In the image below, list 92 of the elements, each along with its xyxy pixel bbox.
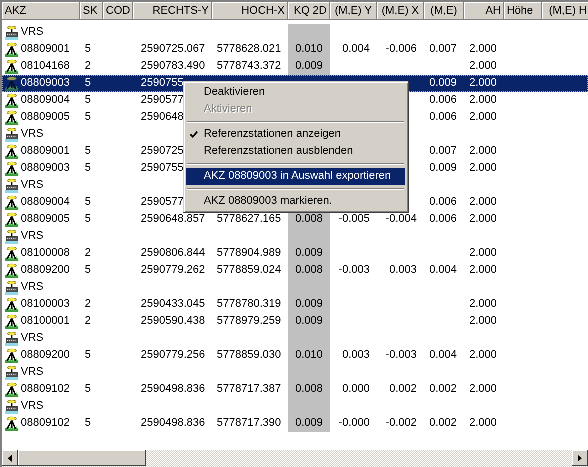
table-cell: 2.000 (469, 417, 497, 429)
table-cell: 5 (85, 349, 92, 361)
table-cell: 5 (85, 77, 92, 89)
table-cell: 0.008 (295, 264, 323, 276)
table-cell: -0.003 (338, 264, 370, 276)
table-cell: 2590725 (141, 145, 184, 157)
table-cell: -0.000 (338, 417, 370, 429)
table-cell: 5778859.030 (217, 349, 282, 361)
table-cell: 2.000 (469, 94, 497, 106)
table-cell: 5 (85, 162, 92, 174)
table-cell: 2.000 (469, 43, 497, 55)
table-cell: 2.000 (469, 196, 497, 208)
table-cell: 0.010 (295, 349, 323, 361)
table-cell: 2590806.844 (141, 247, 206, 259)
table-cell: 5778743.372 (217, 60, 282, 72)
table-cell: 0.009 (429, 77, 457, 89)
table-cell: 2.000 (469, 213, 497, 225)
table-cell: -0.004 (386, 213, 417, 225)
table-cell: 5778904.989 (217, 247, 282, 259)
table-cell: 5 (85, 43, 92, 55)
table-cell: 0.008 (295, 213, 323, 225)
table-cell: 2.000 (469, 60, 497, 72)
table-cell: 5778627.165 (217, 213, 282, 225)
table-cell: 0.009 (295, 247, 323, 259)
table-cell: 2 (85, 247, 92, 259)
table-cell: 2590590.438 (141, 315, 206, 327)
table-cell: 2590725.067 (141, 43, 206, 55)
table-cell: 5 (85, 213, 92, 225)
table-cell: -0.005 (338, 213, 370, 225)
table-cell: 0.007 (429, 145, 457, 157)
table-cell: 0.006 (429, 94, 457, 106)
table-cell: 0.006 (429, 213, 457, 225)
table-cell: 0.009 (295, 315, 323, 327)
table-cell: 0.004 (429, 349, 457, 361)
table-cell: 0.010 (295, 43, 323, 55)
table-cell: 0.004 (342, 43, 370, 55)
table-cell: 2.000 (469, 145, 497, 157)
table-cell: 2590648 (141, 111, 184, 123)
table-cell: 5778859.024 (217, 264, 282, 276)
table-cell: 2.000 (469, 315, 497, 327)
table-cell: 5 (85, 264, 92, 276)
table-cell: 2590577 (141, 94, 184, 106)
table-cell: 0.006 (429, 111, 457, 123)
table-cell: -0.003 (386, 349, 417, 361)
table-cell: 0.006 (429, 196, 457, 208)
table-cell: 2590779.262 (141, 264, 206, 276)
table-cell: 2590755 (141, 162, 184, 174)
table-cell: 5778979.259 (217, 315, 282, 327)
table-cell: 2 (85, 298, 92, 310)
table-cell: -0.002 (386, 417, 417, 429)
table-cell: 2.000 (469, 298, 497, 310)
table-cell: 0.008 (295, 383, 323, 395)
table-cell: 2590648.857 (141, 213, 206, 225)
table-cell: 0.002 (429, 417, 457, 429)
table-cell: 0.009 (295, 298, 323, 310)
table-cell: 5778628.021 (217, 43, 282, 55)
table-cell: 0.009 (429, 162, 457, 174)
table-cell: 0.009 (295, 417, 323, 429)
table-cell: 2 (85, 60, 92, 72)
table-cell: 2.000 (469, 77, 497, 89)
table-cell: 2.000 (469, 264, 497, 276)
table-cell: 2590498.836 (141, 417, 206, 429)
table-cell: 5 (85, 383, 92, 395)
table-cell: 5778717.390 (217, 417, 282, 429)
table-cell: 0.003 (342, 349, 370, 361)
table-cell: 2.000 (469, 349, 497, 361)
table-cell: 0.007 (429, 43, 457, 55)
table-cell: 0.004 (429, 264, 457, 276)
table-cell: 2.000 (469, 247, 497, 259)
table-cell: 5778780.319 (217, 298, 282, 310)
table-cell: -0.006 (386, 43, 417, 55)
table-cell: 5778717.387 (217, 383, 282, 395)
table-cell: 2590783.490 (141, 60, 206, 72)
table-cell: 5 (85, 145, 92, 157)
table-cell: 2.000 (469, 111, 497, 123)
table-cell: 2590755 (141, 77, 184, 89)
table-cell: 2590577 (141, 196, 184, 208)
table-cell: 2590498.836 (141, 383, 206, 395)
table-cell: 2590433.045 (141, 298, 206, 310)
table-cell: 0.003 (389, 264, 417, 276)
table-cell: 0.002 (389, 383, 417, 395)
table-cell: 2590779.256 (141, 349, 206, 361)
table-cell: 0.002 (429, 383, 457, 395)
table-cell: 5 (85, 94, 92, 106)
table-cell: 2.000 (469, 383, 497, 395)
table-cell: 5 (85, 111, 92, 123)
table-cell: 5 (85, 196, 92, 208)
table-cell: 0.009 (295, 60, 323, 72)
table-cell: 2.000 (469, 162, 497, 174)
table-cell: 2 (85, 315, 92, 327)
table-cell: 5 (85, 417, 92, 429)
table-cell: 0.000 (342, 383, 370, 395)
